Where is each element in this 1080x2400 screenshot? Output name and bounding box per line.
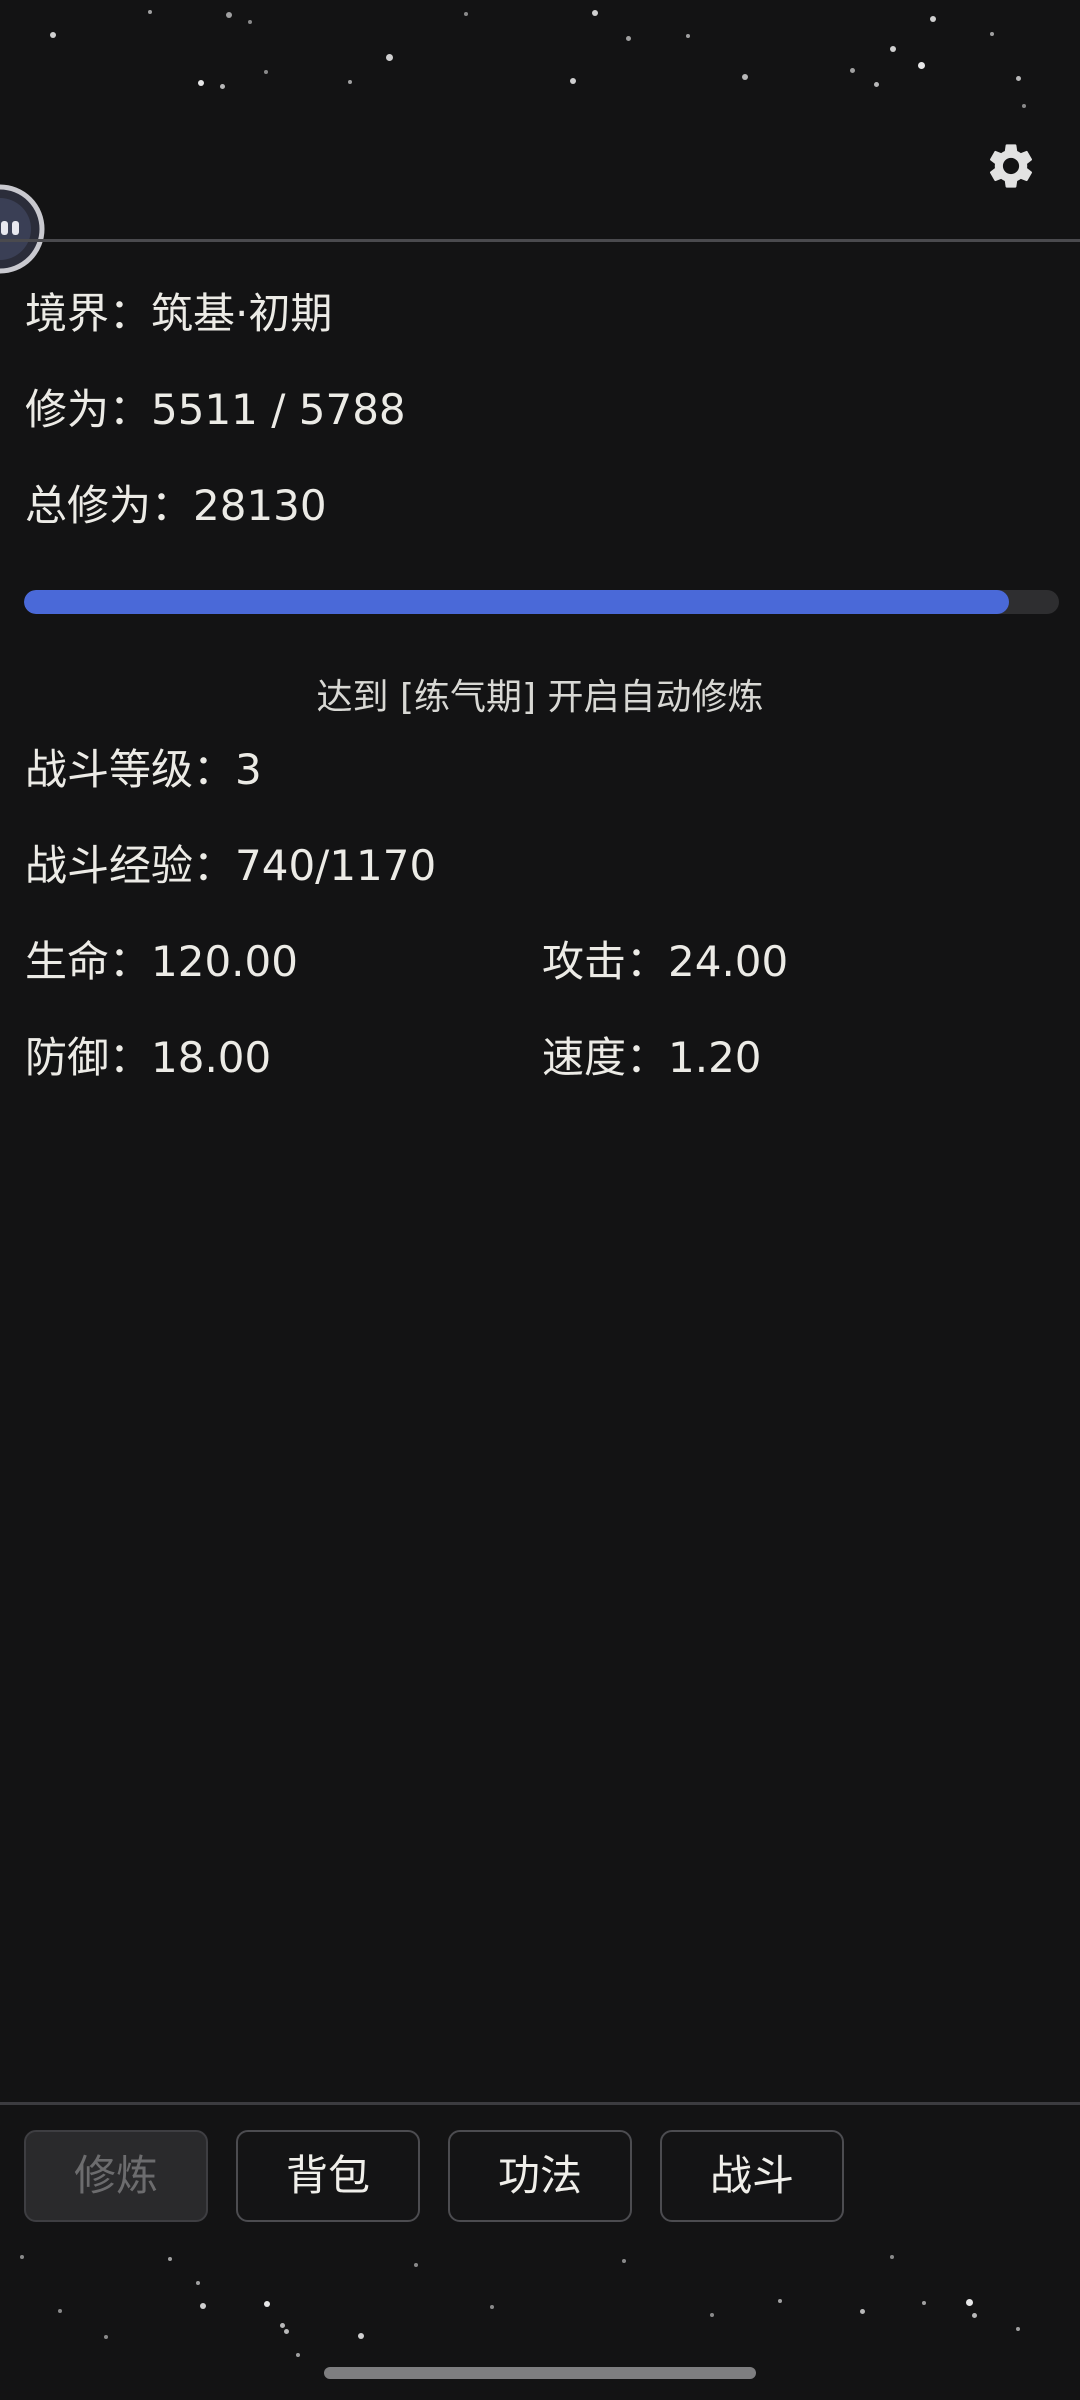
speed-stat: 速度：1.20 — [542, 1030, 762, 1086]
star — [200, 2303, 206, 2309]
star — [622, 2259, 626, 2263]
defense-value: 18.00 — [151, 1033, 272, 1082]
star — [890, 46, 896, 52]
star — [58, 2309, 62, 2313]
gear-icon — [989, 144, 1033, 188]
star — [148, 10, 152, 14]
attack-stat: 攻击：24.00 — [542, 934, 788, 990]
star — [168, 2257, 172, 2261]
star — [284, 2329, 289, 2334]
hp-stat: 生命：120.00 — [25, 934, 298, 990]
realm-label: 境界： — [25, 289, 152, 338]
star — [198, 80, 204, 86]
cultivation-stat: 修为：5511 / 5788 — [25, 382, 406, 438]
star — [464, 12, 468, 16]
star — [710, 2313, 714, 2317]
floating-ball-icon — [0, 184, 45, 274]
star — [922, 2301, 926, 2305]
attack-label: 攻击： — [542, 937, 669, 986]
star — [220, 84, 225, 89]
star — [966, 2299, 973, 2306]
cultivation-progress-fill — [24, 590, 1010, 614]
auto-cultivate-hint: 达到 [练气期] 开启自动修炼 — [316, 677, 764, 718]
nav-techniques-button[interactable]: 功法 — [448, 2130, 632, 2222]
battle-exp-stat: 战斗经验：740/1170 — [25, 838, 436, 894]
floating-ball-button[interactable] — [0, 184, 48, 274]
total-cultivation-label: 总修为： — [25, 481, 194, 530]
cultivation-value: 5511 / 5788 — [151, 385, 406, 434]
speed-label: 速度： — [542, 1033, 669, 1082]
total-cultivation-stat: 总修为：28130 — [25, 478, 327, 534]
star — [742, 74, 748, 80]
star — [918, 62, 925, 69]
star — [1016, 2327, 1020, 2331]
star — [850, 68, 855, 73]
star — [860, 2309, 865, 2314]
star — [414, 2263, 418, 2267]
home-indicator[interactable] — [324, 2367, 756, 2379]
battle-exp-value: 740/1170 — [235, 841, 437, 890]
star — [296, 2353, 300, 2357]
nav-battle-button[interactable]: 战斗 — [660, 2130, 844, 2222]
star — [490, 2305, 494, 2309]
attack-value: 24.00 — [668, 937, 789, 986]
star — [592, 10, 598, 16]
total-cultivation-value: 28130 — [193, 481, 327, 530]
realm-value: 筑基·初期 — [151, 289, 333, 338]
star — [264, 70, 268, 74]
speed-value: 1.20 — [668, 1033, 762, 1082]
nav-cultivate-button[interactable]: 修炼 — [24, 2130, 208, 2222]
star — [196, 2281, 200, 2285]
nav-bag-button[interactable]: 背包 — [236, 2130, 420, 2222]
battle-level-value: 3 — [235, 745, 262, 794]
cultivation-label: 修为： — [25, 385, 152, 434]
star — [778, 2299, 782, 2303]
realm-stat: 境界：筑基·初期 — [25, 286, 332, 342]
star — [930, 16, 936, 22]
hp-label: 生命： — [25, 937, 152, 986]
bottom-divider — [0, 2102, 1080, 2105]
top-divider — [0, 239, 1080, 242]
star — [104, 2335, 108, 2339]
star — [20, 2255, 24, 2259]
star — [626, 36, 631, 41]
settings-button[interactable] — [984, 139, 1038, 193]
defense-label: 防御： — [25, 1033, 152, 1082]
star — [874, 82, 879, 87]
star — [990, 32, 994, 36]
star — [348, 80, 352, 84]
star — [226, 12, 232, 18]
starfield-top — [0, 0, 1080, 230]
star — [248, 20, 252, 24]
star — [280, 2323, 285, 2328]
star — [358, 2333, 364, 2339]
star — [264, 2301, 270, 2307]
hp-value: 120.00 — [151, 937, 298, 986]
star — [1016, 76, 1021, 81]
battle-level-label: 战斗等级： — [25, 745, 236, 794]
cultivation-progress-bar — [24, 590, 1059, 614]
star — [386, 54, 393, 61]
star — [686, 34, 690, 38]
star — [50, 32, 56, 38]
defense-stat: 防御：18.00 — [25, 1030, 271, 1086]
star — [1022, 104, 1026, 108]
star — [570, 78, 576, 84]
star — [972, 2313, 977, 2318]
battle-level-stat: 战斗等级：3 — [25, 742, 262, 798]
star — [890, 2255, 894, 2259]
battle-exp-label: 战斗经验： — [25, 841, 236, 890]
